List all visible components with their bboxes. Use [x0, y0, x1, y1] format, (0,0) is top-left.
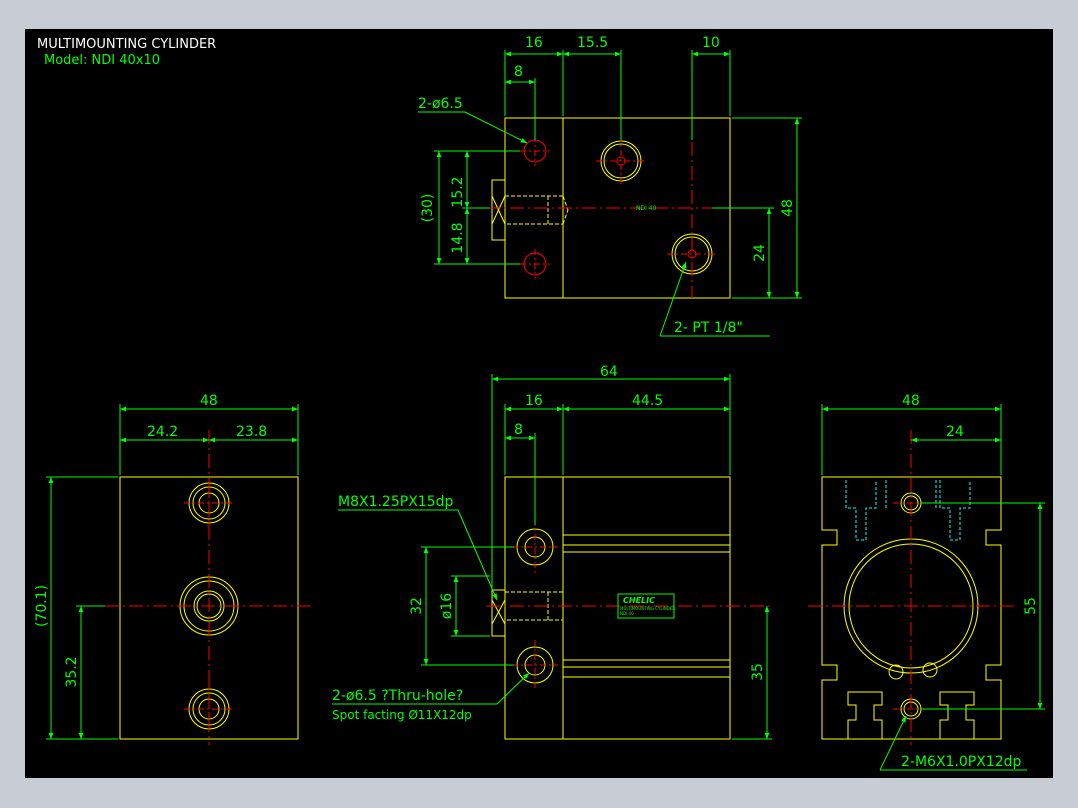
top-dim-30: (30)	[420, 194, 436, 223]
front-holes-callout-line2: Spot facting Ø11X12dp	[332, 708, 472, 722]
top-view: NDI 40 16 15.5 10 8 2-ø6.5 15.2 14.8 (30…	[418, 35, 802, 337]
front-dim-44-5: 44.5	[632, 393, 663, 409]
right-dim-55: 55	[1023, 597, 1039, 615]
top-holes-callout: 2-ø6.5	[418, 96, 463, 112]
top-dim-24: 24	[752, 244, 768, 262]
front-holes-callout-line1: 2-ø6.5 ?Thru-hole?	[332, 688, 463, 704]
plate-line2: NDI 40	[620, 611, 634, 616]
top-ports-callout: 2- PT 1/8"	[674, 320, 743, 336]
top-dim-15-5: 15.5	[577, 35, 608, 51]
front-dim-16-dia: ø16	[439, 593, 455, 619]
drawing-sheet: MULTIMOUNTING CYLINDER Model: NDI 40x10 …	[25, 29, 1053, 778]
front-dim-64: 64	[600, 364, 618, 380]
front-thread-callout: M8X1.25PX15dp	[338, 494, 453, 510]
top-view-label: NDI 40	[636, 205, 657, 212]
drawing-title: MULTIMOUNTING CYLINDER	[37, 37, 216, 52]
left-dim-35-2: 35.2	[64, 656, 80, 687]
right-dim-48: 48	[902, 393, 920, 409]
left-dim-24-2: 24.2	[147, 424, 178, 440]
right-dim-24: 24	[946, 424, 964, 440]
top-dim-8: 8	[514, 64, 523, 80]
top-dim-14-8: 14.8	[450, 222, 466, 253]
front-dim-35: 35	[750, 663, 766, 681]
left-dim-23-8: 23.8	[236, 424, 267, 440]
front-dim-8: 8	[514, 422, 523, 438]
left-dim-48: 48	[200, 393, 218, 409]
front-dim-32: 32	[409, 597, 425, 615]
right-view: 48 24 55 2-M6X1.0PX12dp	[808, 393, 1045, 771]
top-dim-10: 10	[702, 35, 720, 51]
top-dim-15-2: 15.2	[450, 176, 466, 207]
cad-drawing: MULTIMOUNTING CYLINDER Model: NDI 40x10 …	[34, 35, 1045, 771]
left-view: 48 24.2 23.8 (70.1) 35.2	[34, 393, 313, 745]
top-dim-16: 16	[525, 35, 543, 51]
top-dim-48: 48	[780, 199, 796, 217]
front-view: CHELIC MULTIMOUNTING CYLINDER NDI 40 64 …	[332, 364, 772, 740]
front-dim-16: 16	[525, 393, 543, 409]
right-thread-callout: 2-M6X1.0PX12dp	[901, 754, 1022, 770]
plate-brand: CHELIC	[623, 596, 655, 605]
drawing-model: Model: NDI 40x10	[44, 53, 160, 68]
left-dim-70-1: (70.1)	[34, 585, 50, 627]
